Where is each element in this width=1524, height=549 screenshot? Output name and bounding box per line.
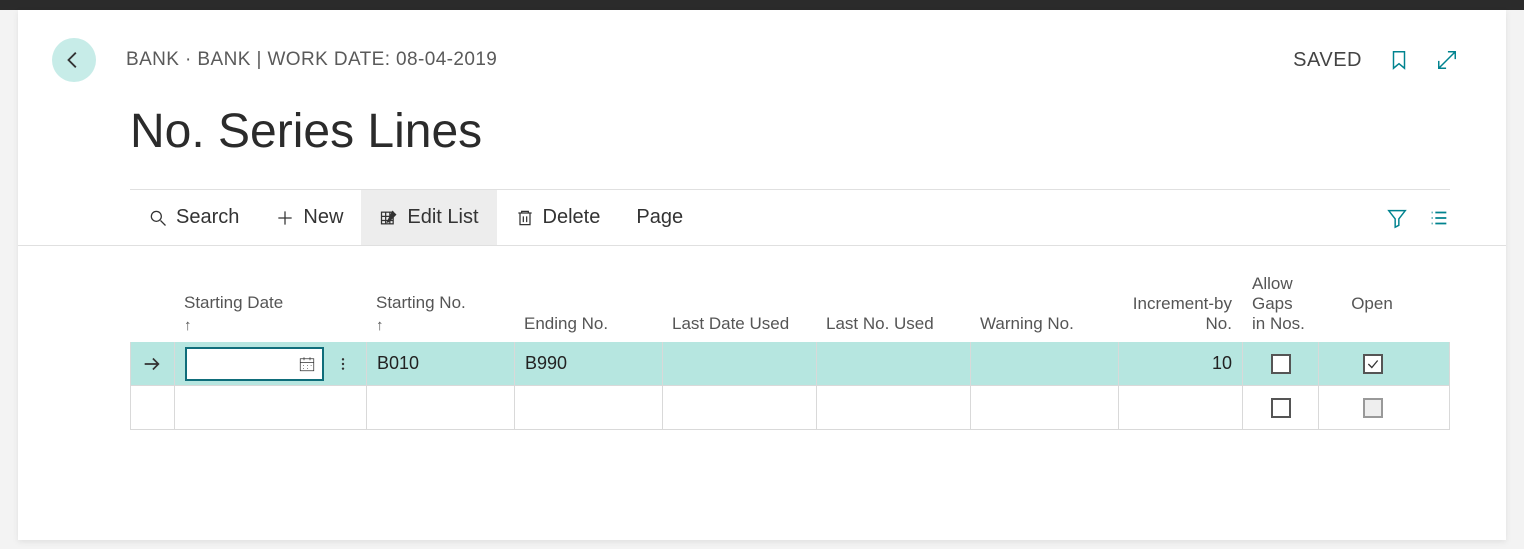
cell-open[interactable]	[1319, 386, 1427, 429]
col-starting-date-label: Starting Date	[184, 293, 356, 313]
cell-ending-no[interactable]: B990	[515, 342, 663, 385]
row-indicator	[131, 342, 175, 385]
new-label: New	[303, 206, 343, 229]
edit-list-icon	[379, 208, 399, 228]
cell-last-date-used[interactable]	[663, 342, 817, 385]
arrow-left-icon	[63, 49, 85, 71]
back-button[interactable]	[52, 38, 96, 82]
cell-allow-gaps[interactable]	[1243, 342, 1319, 385]
list-view-button[interactable]	[1428, 207, 1450, 229]
list-icon	[1428, 207, 1450, 229]
saved-status: SAVED	[1285, 49, 1362, 72]
cell-starting-no[interactable]	[367, 386, 515, 429]
plus-icon	[275, 208, 295, 228]
table-row[interactable]	[130, 386, 1450, 430]
col-open[interactable]: Open	[1318, 266, 1426, 342]
cell-starting-no[interactable]: B010	[367, 342, 515, 385]
cell-warning-no[interactable]	[971, 342, 1119, 385]
col-selector	[130, 266, 174, 342]
row-actions-menu[interactable]	[330, 356, 356, 372]
arrow-right-icon	[141, 353, 163, 375]
delete-button[interactable]: Delete	[497, 190, 619, 245]
col-starting-no[interactable]: Starting No. ↑	[366, 266, 514, 342]
breadcrumb: BANK · BANK | WORK DATE: 08-04-2019	[126, 49, 497, 71]
col-open-label: Open	[1351, 294, 1393, 314]
col-warning-no[interactable]: Warning No.	[970, 266, 1118, 342]
bookmark-icon	[1388, 49, 1410, 71]
cell-starting-date[interactable]	[175, 342, 367, 385]
cell-last-no-used[interactable]	[817, 342, 971, 385]
funnel-icon	[1386, 207, 1408, 229]
data-grid: Starting Date ↑ Starting No. ↑ Ending No…	[130, 266, 1450, 430]
cell-starting-date[interactable]	[175, 386, 367, 429]
col-starting-date[interactable]: Starting Date ↑	[174, 266, 366, 342]
sort-asc-icon: ↑	[184, 317, 356, 334]
new-button[interactable]: New	[257, 190, 361, 245]
check-icon	[1366, 357, 1380, 371]
grid-header: Starting Date ↑ Starting No. ↑ Ending No…	[130, 266, 1450, 342]
checkbox-allow-gaps[interactable]	[1271, 398, 1291, 418]
search-icon	[148, 208, 168, 228]
row-indicator	[131, 386, 175, 429]
checkbox-open[interactable]	[1363, 398, 1383, 418]
col-last-no-used[interactable]: Last No. Used	[816, 266, 970, 342]
search-button[interactable]: Search	[130, 190, 257, 245]
col-gaps-label: Allow Gaps in Nos.	[1252, 274, 1308, 334]
col-lnu-label: Last No. Used	[826, 314, 960, 334]
page-card: BANK · BANK | WORK DATE: 08-04-2019 SAVE…	[18, 10, 1506, 540]
edit-list-button[interactable]: Edit List	[361, 190, 496, 245]
trash-icon	[515, 208, 535, 228]
filter-button[interactable]	[1386, 207, 1408, 229]
page-menu[interactable]: Page	[618, 190, 701, 245]
starting-date-input[interactable]	[185, 347, 324, 381]
col-warning-no-label: Warning No.	[980, 314, 1108, 334]
col-increment-by[interactable]: Increment-by No.	[1118, 266, 1242, 342]
col-starting-no-label: Starting No.	[376, 293, 504, 313]
checkbox-open[interactable]	[1363, 354, 1383, 374]
cell-open[interactable]	[1319, 342, 1427, 385]
page-title: No. Series Lines	[130, 104, 1506, 159]
bookmark-button[interactable]	[1388, 49, 1410, 71]
expand-icon	[1436, 49, 1458, 71]
cell-last-no-used[interactable]	[817, 386, 971, 429]
edit-list-label: Edit List	[407, 206, 478, 229]
table-row[interactable]: B010 B990 10	[130, 342, 1450, 386]
calendar-icon	[298, 355, 316, 373]
sort-asc-icon: ↑	[376, 317, 504, 334]
delete-label: Delete	[543, 206, 601, 229]
expand-button[interactable]	[1436, 49, 1458, 71]
col-increment-label: Increment-by No.	[1128, 294, 1232, 334]
col-last-date-used[interactable]: Last Date Used	[662, 266, 816, 342]
more-vertical-icon	[335, 356, 351, 372]
page-header: BANK · BANK | WORK DATE: 08-04-2019 SAVE…	[18, 38, 1506, 82]
checkbox-allow-gaps[interactable]	[1271, 354, 1291, 374]
cell-warning-no[interactable]	[971, 386, 1119, 429]
saved-label: SAVED	[1293, 49, 1362, 72]
col-ending-no[interactable]: Ending No.	[514, 266, 662, 342]
toolbar: Search New Edit List Delete Page	[18, 190, 1506, 246]
cell-last-date-used[interactable]	[663, 386, 817, 429]
cell-ending-no[interactable]	[515, 386, 663, 429]
col-ending-no-label: Ending No.	[524, 314, 652, 334]
col-ldu-label: Last Date Used	[672, 314, 806, 334]
cell-increment-by[interactable]: 10	[1119, 342, 1243, 385]
page-label: Page	[636, 206, 683, 229]
col-allow-gaps[interactable]: Allow Gaps in Nos.	[1242, 266, 1318, 342]
search-label: Search	[176, 206, 239, 229]
cell-allow-gaps[interactable]	[1243, 386, 1319, 429]
cell-increment-by[interactable]	[1119, 386, 1243, 429]
